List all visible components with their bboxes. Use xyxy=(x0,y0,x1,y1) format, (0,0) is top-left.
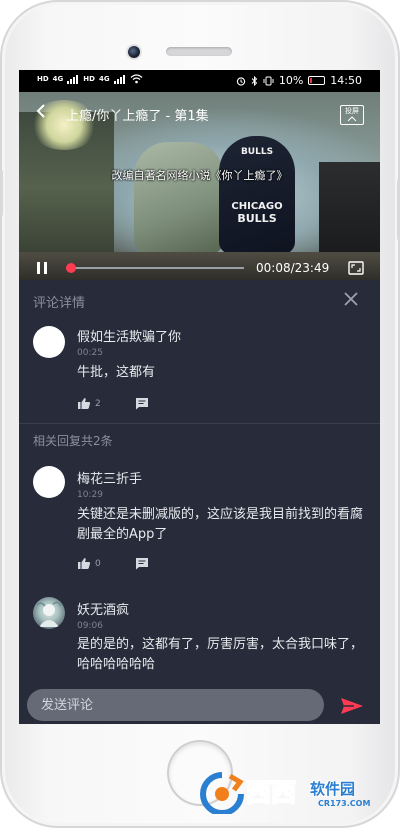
signal-icon xyxy=(67,74,79,84)
panel-title: 评论详情 xyxy=(33,296,86,311)
comment-input-bar xyxy=(19,684,380,724)
cast-button[interactable]: 投屏 xyxy=(340,105,364,125)
wifi-icon xyxy=(130,74,143,84)
network-type: 4G xyxy=(52,75,64,83)
avatar-image xyxy=(36,601,62,627)
reply-text: 是的是的，这都有了，厉害厉害，太合我口味了，哈哈哈哈哈哈 xyxy=(77,637,364,672)
avatar[interactable] xyxy=(33,466,65,498)
divider xyxy=(19,423,380,424)
hd-badge: HD xyxy=(37,75,49,83)
comment-username[interactable]: 假如生活欺骗了你 xyxy=(77,326,181,345)
video-scene-bulls-text-2: BULLS xyxy=(237,212,277,225)
signal-icon-2 xyxy=(113,74,125,84)
cast-icon xyxy=(347,116,357,121)
watermark-text: 西西 xyxy=(245,778,297,808)
replies-count-label: 相关回复共2条 xyxy=(33,434,113,448)
progress-bar[interactable] xyxy=(66,263,244,273)
bluetooth-icon xyxy=(251,75,258,86)
like-icon[interactable] xyxy=(77,397,91,410)
main-comment: 假如生活欺骗了你 00:25 牛批，这都有 2 xyxy=(19,320,380,423)
fullscreen-icon[interactable] xyxy=(348,261,364,275)
video-top-bar: 上瘾/你丫上瘾了 - 第1集 投屏 xyxy=(19,92,380,132)
status-signals: HD 4G HD 4G xyxy=(37,74,143,84)
video-scene-green-backpack xyxy=(134,142,224,254)
phone-frame: HD 4G HD 4G 10% 14:50 BULLS CHICAGO BULL… xyxy=(0,0,400,828)
earpiece-speaker xyxy=(166,47,232,56)
reply-item: 梅花三折手 10:29 关键还是未删减版的，这应该是我目前找到的看腐剧最全的Ap… xyxy=(19,460,380,580)
reply-time: 10:29 xyxy=(77,490,103,500)
comment-text: 牛批，这都有 xyxy=(77,365,156,380)
status-time: 14:50 xyxy=(330,74,362,87)
battery-percent: 10% xyxy=(278,74,304,87)
comment-time: 00:25 xyxy=(77,348,103,358)
cast-label: 投屏 xyxy=(345,107,359,115)
reply-username[interactable]: 梅花三折手 xyxy=(77,468,142,487)
reply-username[interactable]: 妖无酒疯 xyxy=(77,599,129,618)
comment-panel-header: 评论详情 xyxy=(19,280,380,320)
front-camera xyxy=(128,46,140,58)
status-indicators: 10% 14:50 xyxy=(236,74,362,87)
vibrate-icon xyxy=(263,76,274,85)
send-icon[interactable] xyxy=(340,696,364,716)
comment-input[interactable] xyxy=(27,689,324,721)
volume-button xyxy=(0,170,3,216)
watermark-logo-icon xyxy=(200,772,244,814)
avatar[interactable] xyxy=(33,326,65,358)
reply-time: 09:06 xyxy=(77,621,103,631)
network-type-2: 4G xyxy=(98,75,110,83)
video-player[interactable]: BULLS CHICAGO BULLS 上瘾/你丫上瘾了 - 第1集 投屏 改编… xyxy=(19,92,380,280)
alarm-icon xyxy=(236,76,245,86)
reply-text: 关键还是未删减版的，这应该是我目前找到的看腐剧最全的App了 xyxy=(77,507,364,542)
like-icon[interactable] xyxy=(77,557,91,570)
like-count: 0 xyxy=(95,559,101,569)
watermark: 西西 软件园 CR173.COM xyxy=(200,770,386,816)
status-bar: HD 4G HD 4G 10% 14:50 xyxy=(19,70,380,92)
back-arrow-icon[interactable] xyxy=(33,102,51,120)
player-controls: 00:08/23:49 xyxy=(19,242,380,280)
video-title: 上瘾/你丫上瘾了 - 第1集 xyxy=(66,109,209,124)
like-count: 2 xyxy=(95,399,101,409)
reply-item: 妖无酒疯 09:06 是的是的，这都有了，厉害厉害，太合我口味了，哈哈哈哈哈哈 xyxy=(19,595,380,685)
video-scene-bulls-text: BULLS xyxy=(240,147,274,157)
reply-icon[interactable] xyxy=(135,397,149,410)
video-subtitle: 改编自著名网络小说《你丫上瘾了》 xyxy=(111,169,288,182)
hd-badge-2: HD xyxy=(83,75,95,83)
playback-time: 00:08/23:49 xyxy=(256,261,330,275)
battery-icon xyxy=(308,76,326,85)
video-scene-chicago-text: CHICAGO xyxy=(231,201,283,212)
screen: HD 4G HD 4G 10% 14:50 BULLS CHICAGO BULL… xyxy=(19,70,380,724)
reply-icon[interactable] xyxy=(135,557,149,570)
watermark-subtext: 软件园 xyxy=(310,780,356,798)
progress-thumb[interactable] xyxy=(66,263,76,273)
watermark-url: CR173.COM xyxy=(318,799,371,808)
close-icon[interactable] xyxy=(342,290,360,308)
pause-icon[interactable] xyxy=(35,261,49,275)
avatar[interactable] xyxy=(33,597,65,629)
